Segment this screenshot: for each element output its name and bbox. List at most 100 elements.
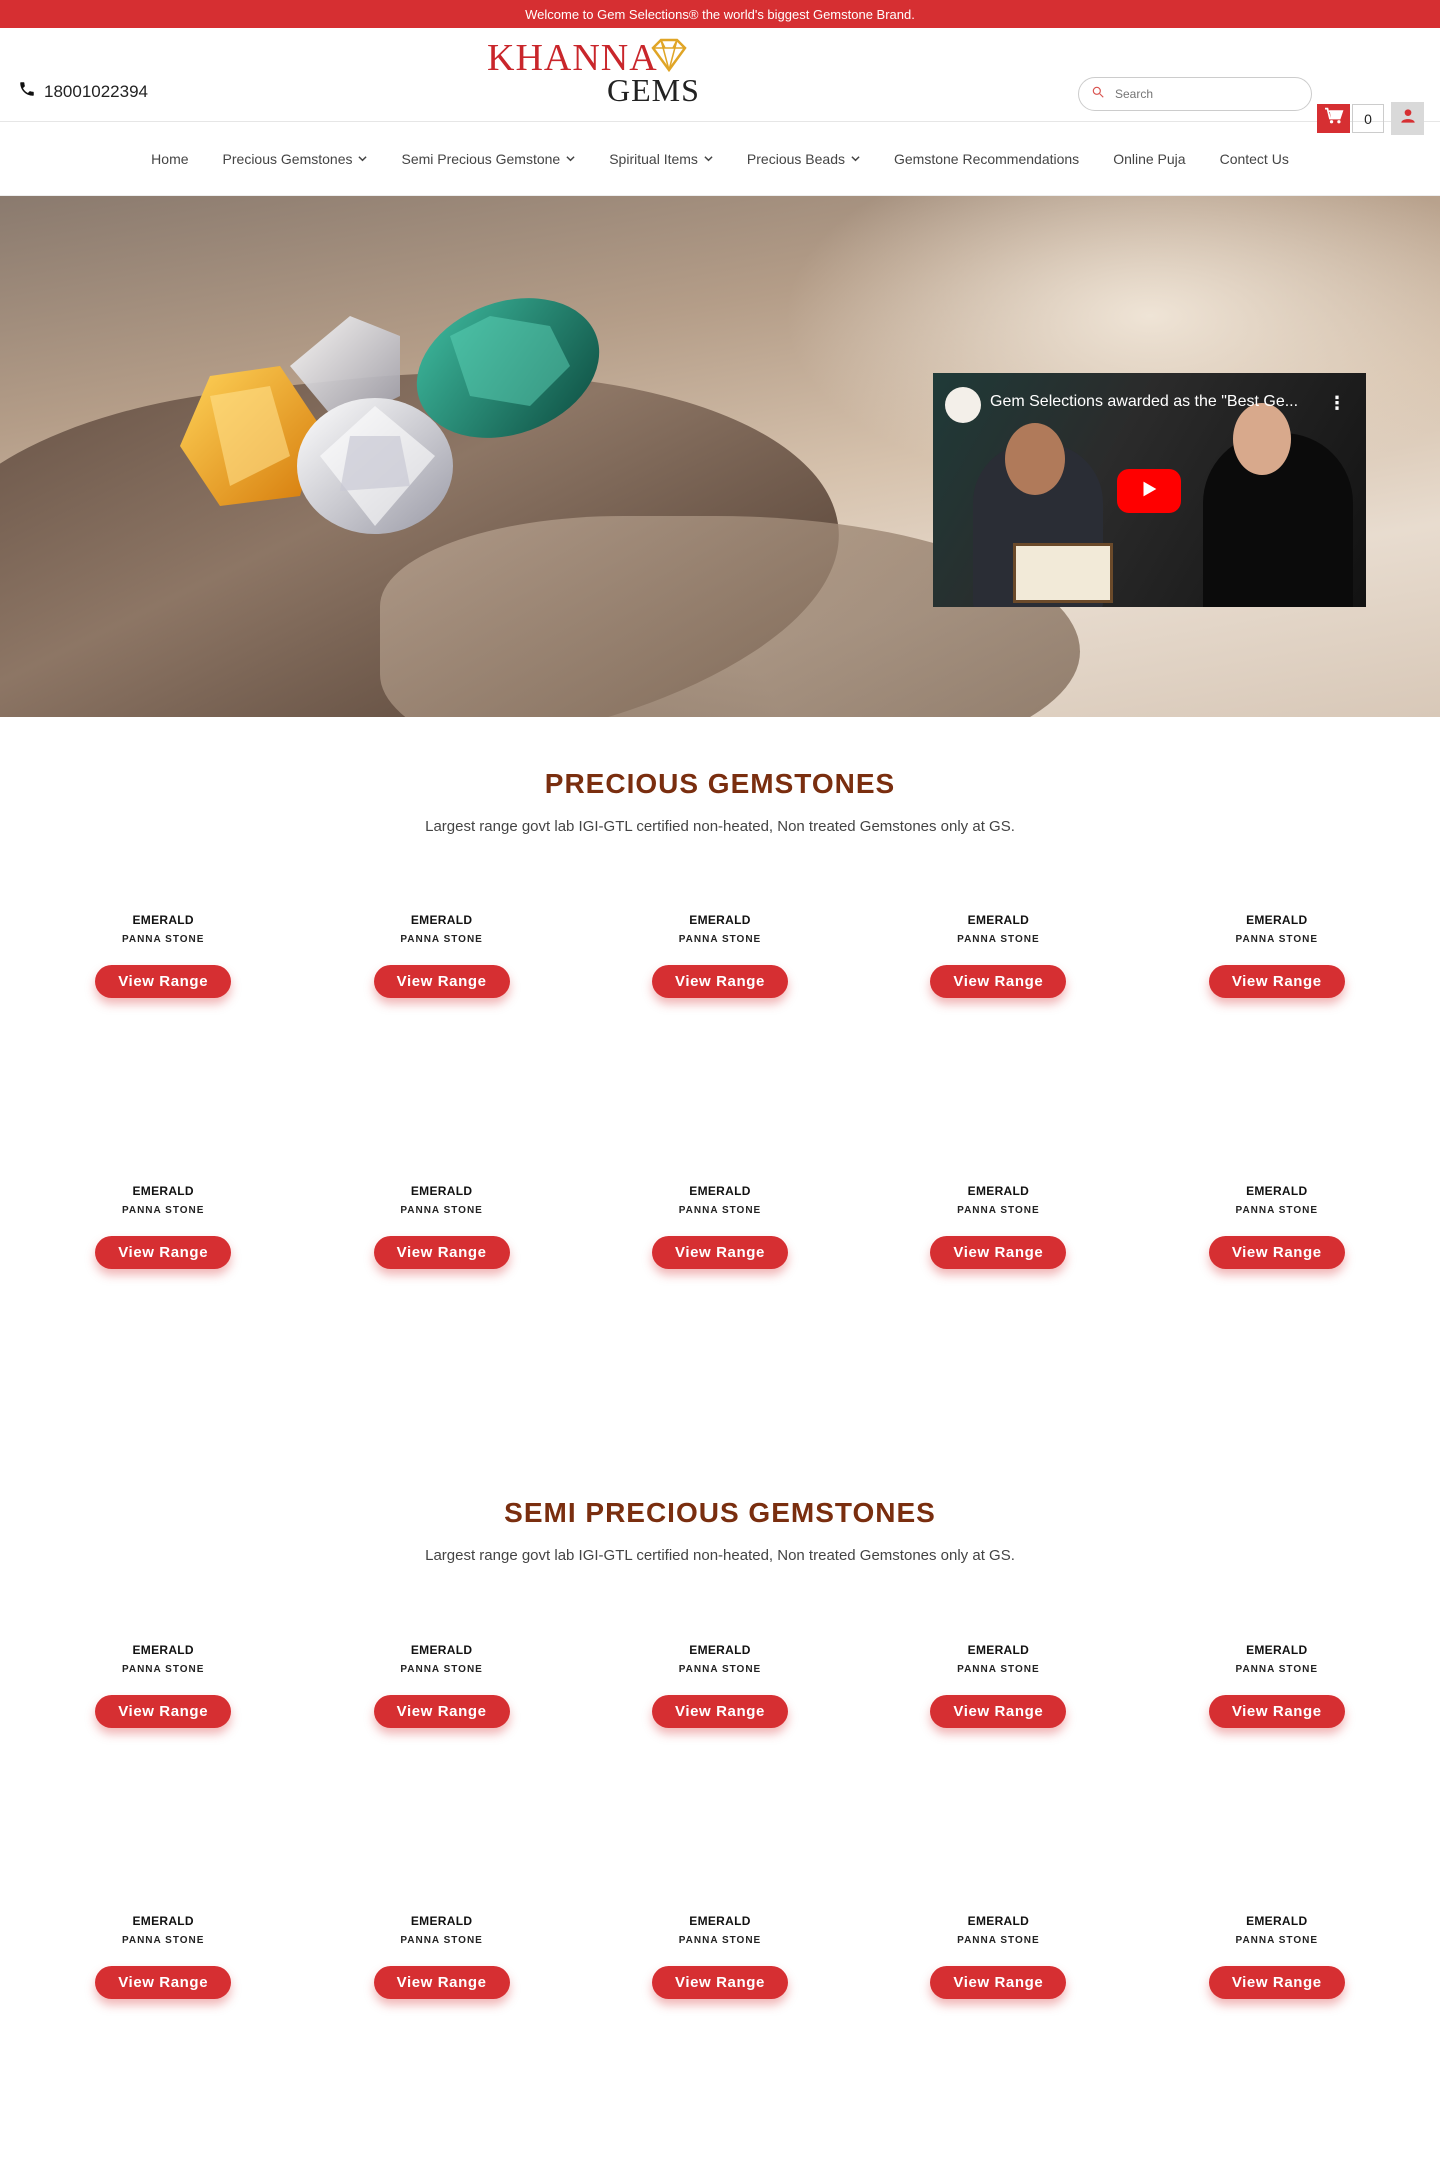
gemstone-subname: PANNA STONE xyxy=(678,1935,762,1946)
more-options-icon[interactable]: ⋮ xyxy=(1328,393,1346,414)
gemstone-subname: PANNA STONE xyxy=(678,1205,762,1216)
view-range-button[interactable]: View Range xyxy=(651,1236,788,1269)
nav-item-label: Home xyxy=(151,150,189,167)
product-row: EMERALD PANNA STONE View Range EMERALD PANNA… xyxy=(0,1914,1440,1999)
diamond-logo-icon xyxy=(651,38,687,73)
gemstone-card: EMERALD PANNA STONE View Range xyxy=(859,1914,1137,1999)
gemstone-name: EMERALD xyxy=(689,913,751,927)
user-icon xyxy=(1400,108,1416,129)
gemstones-image xyxy=(180,298,600,534)
cart-count-badge[interactable]: 0 xyxy=(1352,104,1384,133)
gemstone-subname: PANNA STONE xyxy=(957,1664,1040,1675)
view-range-button[interactable]: View Range xyxy=(1208,965,1345,998)
view-range-button[interactable]: View Range xyxy=(651,1966,788,1999)
view-range-button[interactable]: View Range xyxy=(930,1236,1067,1269)
nav-item-precious-gemstones[interactable]: Precious Gemstones xyxy=(206,151,385,167)
gemstone-card: EMERALD PANNA STONE View Range xyxy=(581,1643,859,1728)
gemstone-card: EMERALD PANNA STONE View Range xyxy=(1138,1914,1416,1999)
nav-item-spiritual-items[interactable]: Spiritual Items xyxy=(592,151,730,167)
gemstone-card: EMERALD PANNA STONE View Range xyxy=(1138,913,1416,998)
channel-avatar[interactable] xyxy=(945,387,981,423)
youtube-video-embed[interactable]: Gem Selections awarded as the "Best Ge..… xyxy=(933,373,1366,607)
gemstone-card: EMERALD PANNA STONE View Range xyxy=(1138,1643,1416,1728)
gemstone-subname: PANNA STONE xyxy=(1235,1935,1319,1946)
main-navigation: Home Precious Gemstones Semi Precious Gems… xyxy=(0,122,1440,196)
view-range-button[interactable]: View Range xyxy=(95,965,232,998)
search-bar[interactable] xyxy=(1078,77,1312,111)
view-range-button[interactable]: View Range xyxy=(930,1966,1067,1999)
view-range-button[interactable]: View Range xyxy=(95,1236,232,1269)
gemstone-subname: PANNA STONE xyxy=(957,934,1040,945)
section-subtitle: Largest range govt lab IGI-GTL certified… xyxy=(425,818,1015,835)
gemstone-subname: PANNA STONE xyxy=(121,934,205,945)
gemstone-name: EMERALD xyxy=(967,1184,1030,1198)
play-button[interactable] xyxy=(1117,469,1181,513)
nav-item-contect-us[interactable]: Contect Us xyxy=(1203,151,1306,167)
chevron-down-icon xyxy=(566,156,575,162)
gemstone-card: EMERALD PANNA STONE View Range xyxy=(859,1184,1137,1269)
section-subtitle: Largest range govt lab IGI-GTL certified… xyxy=(425,1547,1015,1564)
gemstone-subname: PANNA STONE xyxy=(121,1935,205,1946)
view-range-button[interactable]: View Range xyxy=(1208,1695,1345,1728)
gemstone-subname: PANNA STONE xyxy=(400,1205,483,1216)
product-row: EMERALD PANNA STONE View Range EMERALD PANNA… xyxy=(0,913,1440,998)
nav-item-label: Contect Us xyxy=(1219,150,1289,167)
video-title[interactable]: Gem Selections awarded as the "Best Ge..… xyxy=(990,393,1298,411)
khanna-gems-logo[interactable]: KHANNA GEMS xyxy=(487,36,700,108)
view-range-button[interactable]: View Range xyxy=(373,1236,510,1269)
nav-item-label: Semi Precious Gemstone xyxy=(401,150,561,167)
gemstone-subname: PANNA STONE xyxy=(121,1664,205,1675)
gemstone-name: EMERALD xyxy=(132,1643,194,1657)
gemstone-subname: PANNA STONE xyxy=(121,1205,205,1216)
gemstone-subname: PANNA STONE xyxy=(678,934,762,945)
cart-button[interactable] xyxy=(1317,104,1350,133)
gemstone-subname: PANNA STONE xyxy=(957,1205,1040,1216)
gemstone-name: EMERALD xyxy=(1246,1643,1308,1657)
nav-item-precious-beads[interactable]: Precious Beads xyxy=(730,151,877,167)
nav-item-label: Gemstone Recommendations xyxy=(893,150,1080,167)
gemstone-name: EMERALD xyxy=(1246,1184,1308,1198)
view-range-button[interactable]: View Range xyxy=(1208,1966,1345,1999)
logo-text-gems: GEMS xyxy=(607,72,700,108)
gemstone-subname: PANNA STONE xyxy=(400,1935,483,1946)
gemstone-card: EMERALD PANNA STONE View Range xyxy=(581,913,859,998)
view-range-button[interactable]: View Range xyxy=(373,965,510,998)
video-person xyxy=(1233,403,1291,475)
view-range-button[interactable]: View Range xyxy=(1208,1236,1345,1269)
gemstone-name: EMERALD xyxy=(1246,913,1308,927)
nav-item-home[interactable]: Home xyxy=(134,151,205,167)
nav-item-online-puja[interactable]: Online Puja xyxy=(1096,151,1202,167)
video-person xyxy=(1005,423,1065,495)
account-button[interactable] xyxy=(1391,102,1424,135)
gemstone-name: EMERALD xyxy=(410,1914,473,1928)
gemstone-subname: PANNA STONE xyxy=(678,1664,762,1675)
product-row: EMERALD PANNA STONE View Range EMERALD PANNA… xyxy=(0,1184,1440,1269)
gemstone-name: EMERALD xyxy=(132,1914,194,1928)
view-range-button[interactable]: View Range xyxy=(373,1966,510,1999)
view-range-button[interactable]: View Range xyxy=(651,1695,788,1728)
nav-item-gemstone-recommendations[interactable]: Gemstone Recommendations xyxy=(877,151,1096,167)
top-announcement-bar: Welcome to Gem Selections® the world's b… xyxy=(0,0,1440,28)
view-range-button[interactable]: View Range xyxy=(930,1695,1067,1728)
gemstone-name: EMERALD xyxy=(967,1914,1030,1928)
announcement-text: Welcome to Gem Selections® the world's b… xyxy=(525,6,915,22)
gemstone-card: EMERALD PANNA STONE View Range xyxy=(24,913,302,998)
section-title: PRECIOUS GEMSTONES xyxy=(544,768,896,799)
view-range-button[interactable]: View Range xyxy=(95,1966,232,1999)
view-range-button[interactable]: View Range xyxy=(373,1695,510,1728)
product-row: EMERALD PANNA STONE View Range EMERALD PANNA… xyxy=(0,1643,1440,1728)
gemstone-card: EMERALD PANNA STONE View Range xyxy=(24,1914,302,1999)
search-input[interactable] xyxy=(1115,87,1285,101)
gemstone-subname: PANNA STONE xyxy=(1235,934,1319,945)
gemstone-name: EMERALD xyxy=(689,1184,751,1198)
gemstone-subname: PANNA STONE xyxy=(1235,1664,1319,1675)
view-range-button[interactable]: View Range xyxy=(930,965,1067,998)
gemstone-name: EMERALD xyxy=(410,913,473,927)
phone-contact[interactable]: 18001022394 xyxy=(18,80,148,103)
hero-banner: Gem Selections awarded as the "Best Ge..… xyxy=(0,196,1440,717)
nav-item-semi-precious-gemstone[interactable]: Semi Precious Gemstone xyxy=(384,151,592,167)
view-range-button[interactable]: View Range xyxy=(651,965,788,998)
view-range-button[interactable]: View Range xyxy=(95,1695,232,1728)
video-certificate xyxy=(1013,543,1113,603)
nav-item-label: Online Puja xyxy=(1113,150,1186,167)
